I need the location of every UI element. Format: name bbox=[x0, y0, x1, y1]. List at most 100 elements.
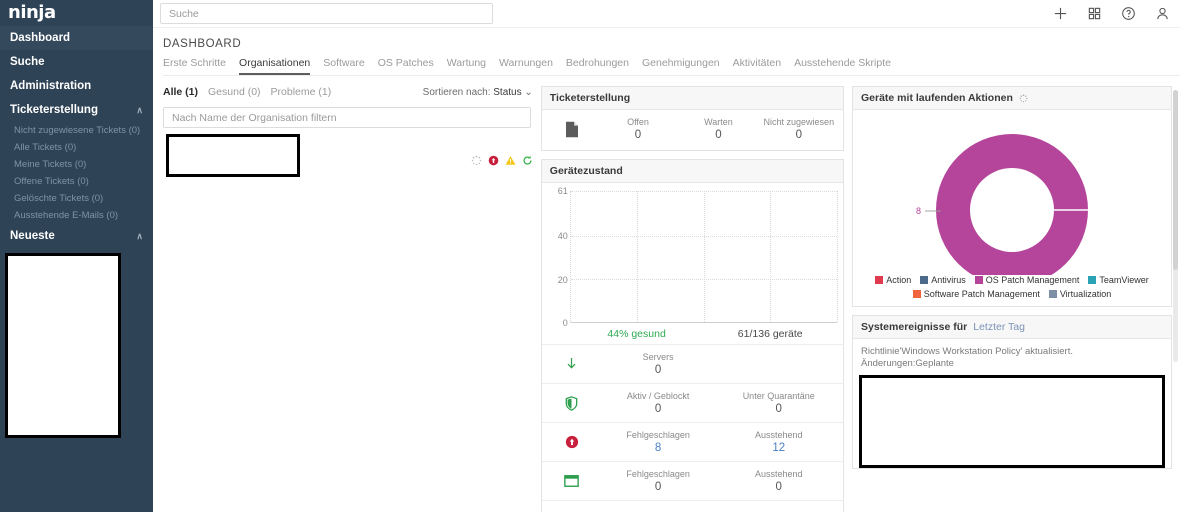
sidebar-item-dashboard[interactable]: Dashboard bbox=[0, 26, 153, 50]
organisation-filter-input[interactable]: Nach Name der Organisation filtern bbox=[163, 107, 531, 128]
cell-label: Servers bbox=[642, 352, 674, 362]
legend-item-os-patch-management[interactable]: OS Patch Management bbox=[974, 275, 1079, 285]
tab-software[interactable]: Software bbox=[323, 57, 364, 75]
org-filter-alle[interactable]: Alle (1) bbox=[163, 86, 198, 98]
tab-os-patches[interactable]: OS Patches bbox=[378, 57, 434, 75]
ticket-metric-nicht-zugewiesen: Nicht zugewiesen 0 bbox=[759, 117, 839, 141]
device-health-chart: 61 40 20 0 44% gesund 61/136 geräte bbox=[542, 183, 843, 344]
legend-item-software-patch-management[interactable]: Software Patch Management bbox=[912, 289, 1040, 299]
donut-chart: 8 bbox=[853, 110, 1171, 286]
summary-device-count: 61/136 geräte bbox=[737, 328, 803, 340]
tab-erste-schritte[interactable]: Erste Schritte bbox=[163, 57, 226, 75]
topbar-icons bbox=[1053, 6, 1170, 21]
tab-ausstehende-skripte[interactable]: Ausstehende Skripte bbox=[794, 57, 891, 75]
ninja-logo: ninja bbox=[8, 2, 56, 23]
redaction-box-sidebar bbox=[5, 253, 121, 438]
health-cell: Fehlgeschlagen 8 bbox=[598, 430, 719, 454]
device-health-card: Gerätezustand 61 40 20 0 44% gesund 61/1… bbox=[540, 159, 844, 512]
sidebar-item-administration[interactable]: Administration bbox=[0, 74, 153, 98]
middle-column: Ticketerstellung Offen 0 Warten 0 Nicht … bbox=[540, 86, 844, 512]
ticket-metric-offen: Offen 0 bbox=[598, 117, 678, 141]
cell-label: Ausstehend bbox=[754, 430, 803, 440]
sort-label: Sortieren nach: bbox=[422, 87, 491, 98]
running-actions-header: Geräte mit laufenden Aktionen bbox=[853, 87, 1171, 110]
sidebar-group-label: Neueste bbox=[10, 230, 55, 242]
legend-item-virtualization[interactable]: Virtualization bbox=[1048, 289, 1112, 299]
chevron-up-icon: ∧ bbox=[136, 230, 143, 241]
organisation-list-panel: Alle (1) Gesund (0) Probleme (1) Sortier… bbox=[163, 86, 533, 512]
org-filter-probleme[interactable]: Probleme (1) bbox=[271, 86, 332, 98]
health-cell: Ausstehend 0 bbox=[718, 469, 839, 493]
sidebar-item-ausstehende-emails[interactable]: Ausstehende E-Mails (0) bbox=[0, 207, 153, 224]
scrollbar-thumb[interactable] bbox=[1173, 90, 1178, 270]
tab-wartung[interactable]: Wartung bbox=[447, 57, 486, 75]
health-row-antivirus: Aktiv / Geblockt 0 Unter Quarantäne 0 bbox=[541, 383, 843, 422]
org-filter-gesund[interactable]: Gesund (0) bbox=[208, 86, 261, 98]
sidebar-group-neueste[interactable]: Neueste ∧ bbox=[0, 224, 153, 248]
sidebar-item-meine-tickets[interactable]: Meine Tickets (0) bbox=[0, 156, 153, 173]
health-cell: Unter Quarantäne 0 bbox=[718, 391, 839, 415]
health-row-icon bbox=[546, 475, 598, 487]
critical-icon bbox=[565, 435, 578, 449]
refresh-icon[interactable] bbox=[522, 155, 533, 166]
legend-swatch bbox=[920, 276, 929, 284]
organisation-row bbox=[163, 134, 533, 180]
dashboard-content: Alle (1) Gesund (0) Probleme (1) Sortier… bbox=[153, 76, 1180, 512]
legend-item-action[interactable]: Action bbox=[875, 275, 911, 285]
legend-label: Action bbox=[886, 275, 912, 285]
org-filter-tabs: Alle (1) Gesund (0) Probleme (1) Sortier… bbox=[163, 86, 533, 98]
tab-bedrohungen[interactable]: Bedrohungen bbox=[566, 57, 629, 75]
health-row-icon bbox=[546, 395, 598, 411]
legend-label: Virtualization bbox=[1059, 289, 1112, 299]
cell-label: Unter Quarantäne bbox=[742, 391, 815, 401]
legend-item-antivirus[interactable]: Antivirus bbox=[920, 275, 966, 285]
sidebar-item-suche[interactable]: Suche bbox=[0, 50, 153, 74]
plus-icon[interactable] bbox=[1053, 6, 1068, 21]
spinner-icon bbox=[471, 155, 482, 166]
sort-control[interactable]: Sortieren nach: Status ⌄ bbox=[423, 87, 533, 98]
ticket-metric-warten: Warten 0 bbox=[678, 117, 758, 141]
device-health-title: Gerätezustand bbox=[549, 165, 623, 177]
app-root: ninja Dashboard Suche Administration Tic… bbox=[0, 0, 1180, 512]
sidebar-item-nicht-zugewiesene-tickets[interactable]: Nicht zugewiesene Tickets (0) bbox=[0, 122, 153, 139]
cell-value: 0 bbox=[654, 364, 662, 376]
y-axis: 61 40 20 0 bbox=[548, 186, 570, 328]
health-row-software: Fehlgeschlagen 0 Ausstehend 0 bbox=[541, 461, 843, 500]
document-icon bbox=[565, 121, 578, 137]
cell-value[interactable]: 12 bbox=[718, 442, 839, 454]
cell-label: Aktiv / Geblockt bbox=[626, 391, 690, 401]
system-events-range[interactable]: Letzter Tag bbox=[973, 321, 1025, 333]
sidebar-item-alle-tickets[interactable]: Alle Tickets (0) bbox=[0, 139, 153, 156]
health-cell: Fehlgeschlagen 0 bbox=[598, 469, 719, 493]
tab-organisationen[interactable]: Organisationen bbox=[239, 57, 311, 75]
legend-swatch bbox=[912, 290, 921, 298]
apps-grid-icon[interactable] bbox=[1087, 6, 1102, 21]
cell-value[interactable]: 8 bbox=[598, 442, 719, 454]
metric-label: Warten bbox=[704, 117, 733, 127]
legend-item-teamviewer[interactable]: TeamViewer bbox=[1088, 275, 1149, 285]
user-icon[interactable] bbox=[1155, 6, 1170, 21]
sidebar-item-offene-tickets[interactable]: Offene Tickets (0) bbox=[0, 173, 153, 190]
right-column: Geräte mit laufenden Aktionen 8 Action A… bbox=[852, 86, 1172, 512]
tab-warnungen[interactable]: Warnungen bbox=[499, 57, 553, 75]
tab-genehmigungen[interactable]: Genehmigungen bbox=[642, 57, 720, 75]
chart-summary: 44% gesund 61/136 geräte bbox=[548, 328, 837, 340]
sidebar-item-geloeschte-tickets[interactable]: Gelöschte Tickets (0) bbox=[0, 190, 153, 207]
donut-hole bbox=[970, 168, 1054, 252]
legend-swatch bbox=[1088, 276, 1097, 284]
health-cell: Ausstehend 12 bbox=[718, 430, 839, 454]
running-actions-title: Geräte mit laufenden Aktionen bbox=[861, 92, 1013, 104]
metric-value: 0 bbox=[715, 129, 722, 141]
chevron-up-icon: ∧ bbox=[136, 104, 143, 115]
critical-icon[interactable] bbox=[488, 155, 499, 166]
health-cell: Aktiv / Geblockt 0 bbox=[598, 391, 719, 415]
sidebar-group-ticketerstellung[interactable]: Ticketerstellung ∧ bbox=[0, 98, 153, 122]
warning-icon[interactable] bbox=[505, 155, 516, 166]
help-circle-icon[interactable] bbox=[1121, 6, 1136, 21]
legend-swatch bbox=[1048, 290, 1057, 298]
cell-label: Fehlgeschlagen bbox=[626, 469, 690, 479]
redaction-box-system-events bbox=[859, 374, 1165, 468]
summary-healthy-percent: 44% gesund bbox=[607, 328, 666, 340]
tab-aktivitaeten[interactable]: Aktivitäten bbox=[733, 57, 781, 75]
search-input[interactable]: Suche bbox=[160, 3, 493, 24]
